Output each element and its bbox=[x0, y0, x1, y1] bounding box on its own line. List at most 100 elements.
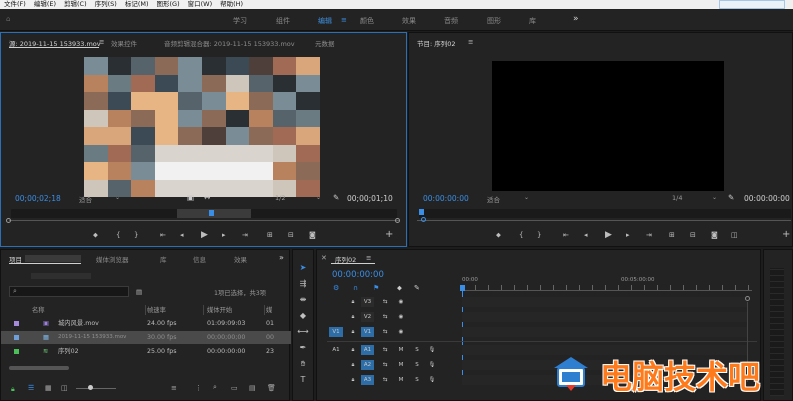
mark-out-icon[interactable]: } bbox=[537, 231, 541, 239]
play-icon[interactable]: ▶ bbox=[201, 230, 208, 240]
track-lane[interactable] bbox=[462, 327, 747, 337]
tab-metadata[interactable]: 元数据 bbox=[315, 38, 335, 48]
zoom-bar[interactable] bbox=[9, 220, 399, 221]
tab-effects[interactable]: 效果 bbox=[234, 254, 247, 264]
mute-button[interactable]: M bbox=[397, 375, 405, 385]
label-color-chip[interactable] bbox=[14, 321, 19, 326]
lock-icon[interactable]: 🔒︎ bbox=[349, 312, 357, 322]
find-icon[interactable]: ⌕ bbox=[213, 383, 217, 392]
export-frame-icon[interactable]: ◙ bbox=[711, 231, 718, 239]
project-more-button[interactable]: » bbox=[279, 253, 284, 262]
ws-libraries[interactable]: 库 bbox=[529, 16, 536, 26]
tab-audio-mixer[interactable]: 音频剪辑混合器: 2019-11-15 153933.mov bbox=[164, 38, 295, 48]
add-button-icon[interactable]: + bbox=[782, 229, 790, 240]
razor-tool-icon[interactable]: ◆ bbox=[297, 310, 309, 322]
close-icon[interactable]: ✕ bbox=[321, 254, 327, 262]
selection-tool-icon[interactable]: ➤ bbox=[297, 262, 309, 274]
program-title[interactable]: 节目: 序列02 bbox=[417, 38, 456, 48]
source-scrub-bar[interactable] bbox=[11, 209, 397, 218]
project-row-selected[interactable]: ▦ 2019-11-15 153933.mov 30.00 fps 00;00;… bbox=[1, 331, 291, 344]
horizontal-scrollbar[interactable] bbox=[9, 366, 69, 370]
pen-tool-icon[interactable]: ✒ bbox=[297, 342, 309, 354]
sync-lock-icon[interactable]: ⇆ bbox=[380, 297, 390, 307]
mute-button[interactable]: M bbox=[397, 345, 405, 355]
zoom-slider-thumb[interactable] bbox=[88, 385, 93, 390]
ws-assembly[interactable]: 组件 bbox=[276, 16, 290, 26]
menu-graphics[interactable]: 图形(G) bbox=[153, 0, 184, 9]
ws-editing[interactable]: 编辑 bbox=[318, 16, 332, 26]
sort-icon[interactable]: ≡ bbox=[171, 384, 177, 392]
ws-learn[interactable]: 学习 bbox=[233, 16, 247, 26]
eye-icon[interactable]: ◉ bbox=[396, 327, 406, 337]
ws-audio[interactable]: 音频 bbox=[444, 16, 458, 26]
wrench-icon[interactable]: ✎ bbox=[728, 193, 734, 202]
tab-info[interactable]: 信息 bbox=[193, 254, 206, 264]
add-marker-icon[interactable]: ⬥ bbox=[93, 231, 98, 240]
slip-tool-icon[interactable]: ⟷ bbox=[297, 326, 309, 338]
go-to-out-icon[interactable]: ⇥ bbox=[242, 231, 248, 239]
mark-in-icon[interactable]: { bbox=[519, 231, 523, 239]
zoom-handle-left[interactable] bbox=[421, 217, 426, 222]
go-to-out-icon[interactable]: ⇥ bbox=[646, 231, 652, 239]
source-fit-select[interactable]: 适合 bbox=[79, 194, 92, 204]
wrench-icon[interactable]: ✎ bbox=[414, 284, 420, 292]
label-color-chip[interactable] bbox=[14, 335, 19, 340]
insert-icon[interactable]: ⊞ bbox=[267, 231, 273, 239]
track-label-v3[interactable]: V3 bbox=[361, 297, 374, 307]
sync-lock-icon[interactable]: ⇆ bbox=[380, 312, 390, 322]
export-frame-icon[interactable]: ◙ bbox=[309, 231, 316, 239]
ws-more-button[interactable]: » bbox=[573, 14, 579, 24]
lock-icon[interactable]: 🔒︎ bbox=[349, 297, 357, 307]
program-resolution-select[interactable]: 1/4 bbox=[672, 194, 682, 202]
track-label-v2[interactable]: V2 bbox=[361, 312, 374, 322]
zoom-handle-left[interactable] bbox=[6, 218, 11, 223]
go-to-in-icon[interactable]: ⇤ bbox=[563, 231, 569, 239]
menu-sequence[interactable]: 序列(S) bbox=[91, 0, 121, 9]
new-bin-icon[interactable]: ▤ bbox=[136, 288, 142, 296]
ripple-edit-tool-icon[interactable]: ⇼ bbox=[297, 294, 309, 306]
zoom-bar[interactable] bbox=[417, 220, 791, 221]
source-patch-v1[interactable]: V1 bbox=[329, 327, 343, 337]
sync-lock-icon[interactable]: ⇆ bbox=[380, 375, 390, 385]
sync-lock-icon[interactable]: ⇆ bbox=[380, 327, 390, 337]
magnet-icon[interactable]: ∩ bbox=[353, 284, 358, 292]
freeform-view-icon[interactable]: ◫ bbox=[61, 384, 68, 392]
ws-menu-icon[interactable]: ≡ bbox=[341, 16, 347, 24]
label-color-chip[interactable] bbox=[14, 349, 19, 354]
column-name[interactable]: 名称 bbox=[32, 304, 45, 317]
lock-icon[interactable]: 🔒︎ bbox=[349, 360, 357, 370]
program-fit-select[interactable]: 适合 bbox=[487, 194, 500, 204]
zoom-slider[interactable] bbox=[76, 388, 116, 389]
project-row[interactable]: ▣ 城内风景.mov 24.00 fps 01:09:09:03 01 bbox=[1, 317, 291, 330]
column-media-start[interactable]: 媒体开始 bbox=[207, 304, 232, 317]
mute-button[interactable]: M bbox=[397, 360, 405, 370]
source-patch-a1[interactable]: A1 bbox=[329, 345, 343, 355]
type-tool-icon[interactable]: T bbox=[297, 374, 309, 386]
go-to-in-icon[interactable]: ⇤ bbox=[160, 231, 166, 239]
sync-lock-icon[interactable]: ⇆ bbox=[380, 345, 390, 355]
project-search-input[interactable]: ⌕ bbox=[9, 286, 129, 297]
comparison-view-icon[interactable]: ◫ bbox=[731, 231, 738, 239]
track-lane[interactable] bbox=[462, 297, 747, 307]
timeline-timecode[interactable]: 00:00:00:00 bbox=[332, 270, 384, 280]
solo-button[interactable]: S bbox=[413, 360, 421, 370]
tab-libraries[interactable]: 库 bbox=[160, 254, 167, 264]
snap-icon[interactable]: ⚙ bbox=[333, 284, 339, 292]
new-item-icon[interactable]: ▤ bbox=[249, 384, 256, 392]
timeline-menu-icon[interactable]: ≡ bbox=[366, 254, 371, 262]
icon-view-icon[interactable]: ▦ bbox=[45, 384, 52, 392]
wrench-icon[interactable]: ✎ bbox=[333, 193, 339, 202]
zoom-handle-right[interactable] bbox=[395, 218, 400, 223]
menu-window[interactable]: 窗口(W) bbox=[184, 0, 217, 9]
home-icon[interactable]: ⌂ bbox=[6, 15, 10, 23]
microphone-icon[interactable]: 🎙︎ bbox=[428, 360, 436, 370]
playhead[interactable] bbox=[209, 210, 214, 216]
source-timecode-in[interactable]: 00;00;02;18 bbox=[15, 194, 61, 203]
camera-export-icon[interactable]: ▣ bbox=[187, 193, 194, 202]
source-resolution-select[interactable]: 1/2 bbox=[275, 194, 285, 202]
source-menu-icon[interactable]: ≡ bbox=[99, 38, 104, 46]
step-forward-icon[interactable]: ▸ bbox=[222, 231, 226, 239]
menu-file[interactable]: 文件(F) bbox=[0, 0, 30, 9]
track-label-a3[interactable]: A3 bbox=[361, 375, 374, 385]
column-media-more[interactable]: 媒 bbox=[266, 304, 272, 317]
